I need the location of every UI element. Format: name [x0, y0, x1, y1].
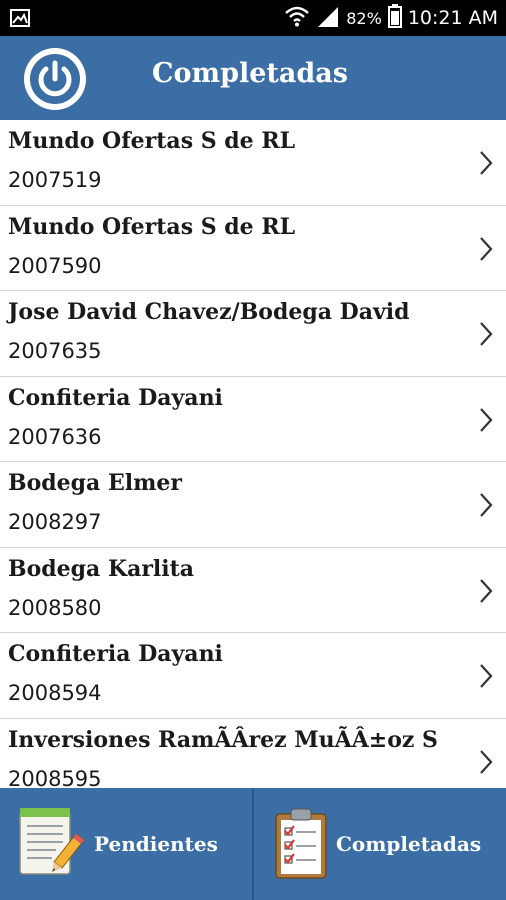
- chevron-right-icon: [480, 578, 493, 603]
- customer-name: Mundo Ofertas S de RL: [8, 128, 296, 154]
- status-bar: 82% 10:21 AM: [0, 0, 506, 36]
- app-header: Completadas: [0, 36, 506, 120]
- power-button[interactable]: [24, 48, 86, 110]
- battery-icon: [387, 4, 402, 32]
- customer-name: Jose David Chavez/Bodega David: [8, 299, 410, 325]
- order-code: 2007635: [8, 339, 102, 363]
- bottom-tab-bar: Pendientes Completadas: [0, 788, 506, 900]
- chevron-right-icon: [480, 322, 493, 346]
- completed-orders-list: Mundo Ofertas S de RL 2007519 Mundo Ofer…: [0, 120, 506, 788]
- list-item[interactable]: Bodega Karlita 2008580: [0, 548, 506, 633]
- customer-name: Confiteria Dayani: [8, 641, 223, 667]
- order-code: 2007519: [8, 168, 102, 192]
- list-item[interactable]: Jose David Chavez/Bodega David 2007635: [0, 291, 506, 377]
- order-code: 2008594: [8, 681, 102, 705]
- chevron-right-icon: [480, 151, 493, 175]
- page-title: Completadas: [152, 58, 348, 89]
- order-code: 2008595: [8, 766, 102, 789]
- signal-icon: [316, 5, 340, 31]
- tab-completadas[interactable]: Completadas: [254, 788, 506, 900]
- chevron-right-icon: [480, 664, 493, 688]
- chevron-right-icon: [480, 236, 493, 261]
- customer-name: Confiteria Dayani: [8, 384, 223, 411]
- list-item[interactable]: Bodega Elmer 2008297: [0, 462, 506, 548]
- wifi-icon: [284, 5, 310, 31]
- clipboard-check-icon: [272, 806, 332, 884]
- tab-label: Completadas: [336, 832, 482, 856]
- order-code: 2008297: [8, 510, 102, 534]
- power-icon: [38, 60, 72, 97]
- customer-name: Bodega Karlita: [8, 555, 195, 582]
- tab-label: Pendientes: [94, 832, 218, 856]
- customer-name: Mundo Ofertas S de RL: [8, 213, 296, 240]
- order-code: 2008580: [8, 595, 102, 620]
- gallery-notification-icon: [10, 8, 30, 32]
- customer-name: Bodega Elmer: [8, 470, 182, 496]
- customer-name: Inversiones RamÃÂrez MuÃÂ±oz S: [8, 726, 438, 753]
- list-item[interactable]: Inversiones RamÃÂrez MuÃÂ±oz S 2008595: [0, 719, 506, 789]
- tab-pendientes[interactable]: Pendientes: [0, 788, 252, 900]
- list-item[interactable]: Mundo Ofertas S de RL 2007590: [0, 206, 506, 291]
- battery-percent: 82%: [346, 8, 382, 28]
- order-code: 2007636: [8, 424, 102, 449]
- chevron-right-icon: [480, 749, 493, 774]
- chevron-right-icon: [480, 493, 493, 517]
- notepad-pencil-icon: [18, 806, 86, 882]
- list-item[interactable]: Confiteria Dayani 2007636: [0, 377, 506, 462]
- list-item[interactable]: Confiteria Dayani 2008594: [0, 633, 506, 719]
- order-code: 2007590: [8, 253, 102, 278]
- list-item[interactable]: Mundo Ofertas S de RL 2007519: [0, 120, 506, 206]
- chevron-right-icon: [480, 407, 493, 432]
- clock: 10:21 AM: [407, 7, 498, 29]
